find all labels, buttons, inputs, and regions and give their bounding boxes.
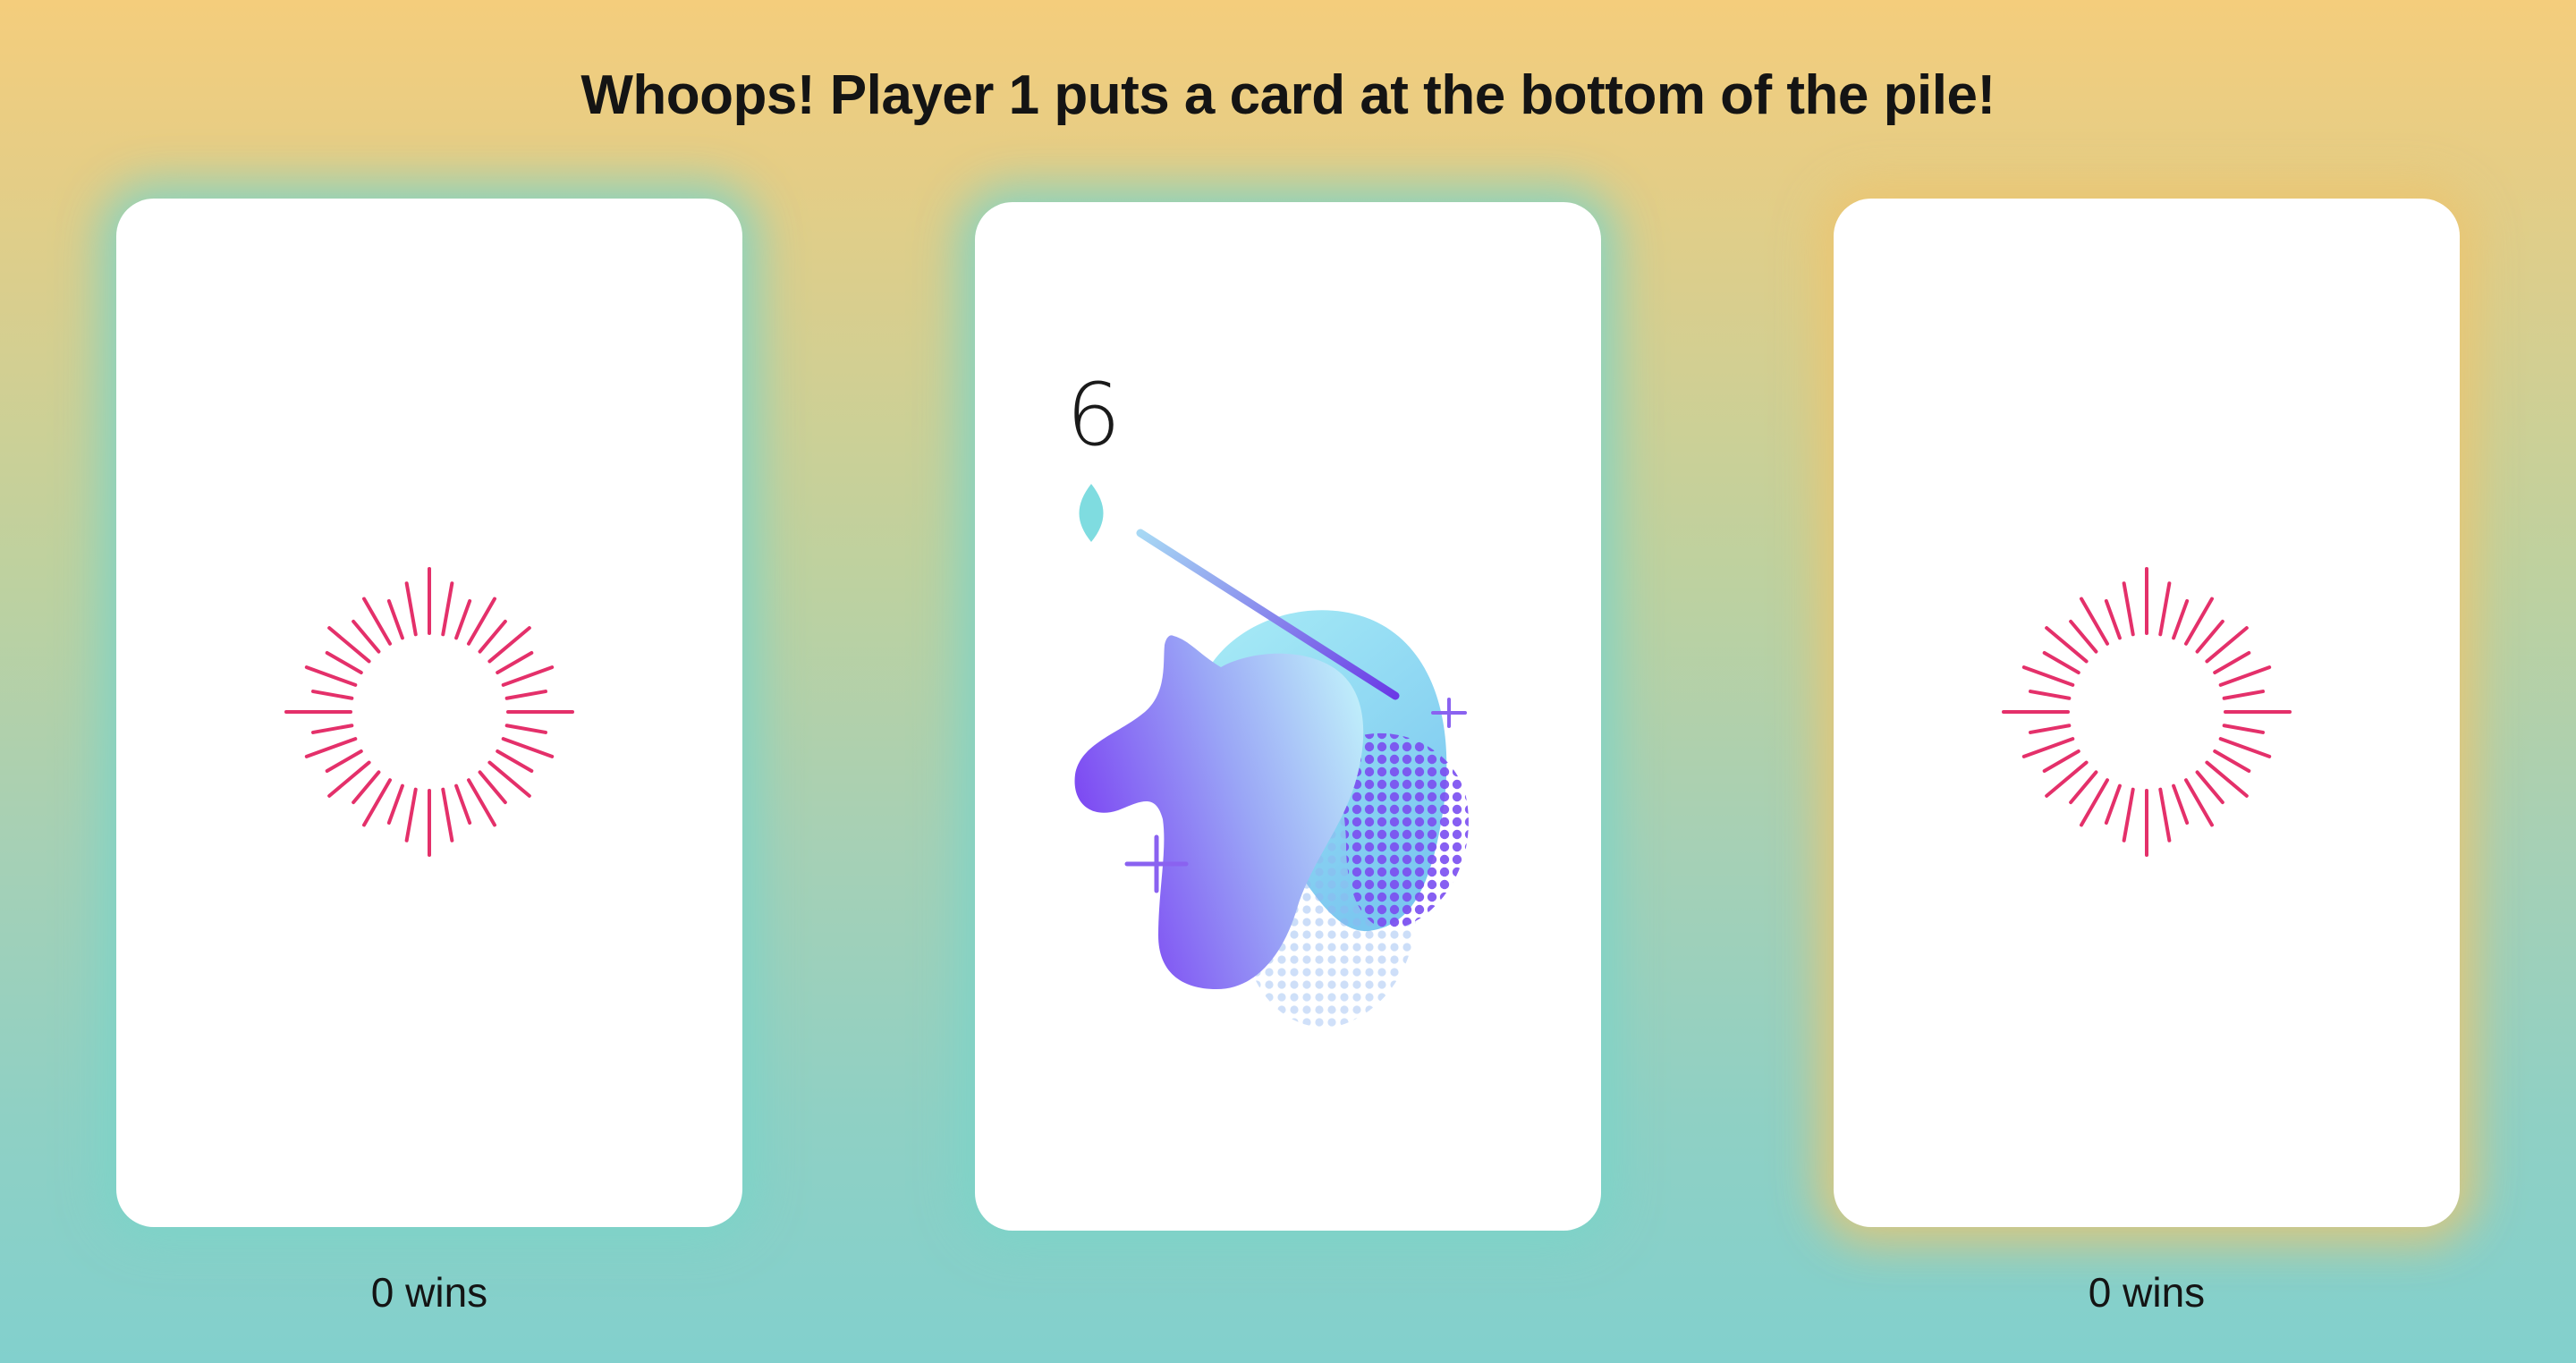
starburst-ray	[2104, 783, 2122, 825]
status-message: Whoops! Player 1 puts a card at the bott…	[580, 64, 1996, 126]
starburst-ray	[2158, 581, 2172, 637]
player-1-card[interactable]	[116, 199, 742, 1227]
starburst-ray	[2042, 749, 2080, 773]
starburst-ray	[2172, 783, 2190, 825]
starburst-ray	[352, 619, 381, 654]
starburst-ray	[2042, 651, 2080, 674]
starburst-ray	[352, 770, 381, 805]
starburst-icon	[284, 567, 574, 857]
starburst-ray	[2104, 598, 2122, 640]
starburst-ray	[325, 749, 363, 773]
starburst-ray	[304, 665, 358, 687]
pile-card[interactable]: 6	[975, 202, 1601, 1231]
starburst-ray	[2122, 787, 2135, 842]
unicorn-head-icon	[1074, 529, 1469, 1028]
starburst-ray	[501, 737, 555, 758]
starburst-ray	[496, 749, 534, 773]
starburst-icon	[2002, 567, 2292, 857]
starburst-ray	[386, 783, 404, 825]
starburst-ray	[304, 737, 358, 758]
starburst-ray	[504, 690, 547, 700]
starburst-ray	[311, 690, 354, 700]
starburst-ray	[2218, 737, 2272, 758]
starburst-ray	[2195, 770, 2224, 805]
starburst-ray	[2222, 690, 2265, 700]
starburst-ray	[311, 724, 354, 734]
starburst-ray	[454, 783, 472, 825]
starburst-ray	[2069, 770, 2098, 805]
drop-icon	[1079, 484, 1104, 542]
starburst-ray	[2122, 581, 2135, 637]
starburst-ray	[325, 651, 363, 674]
starburst-ray	[501, 665, 555, 687]
starburst-ray	[504, 724, 547, 734]
player-2-card[interactable]	[1834, 199, 2460, 1227]
starburst-ray	[2021, 665, 2075, 687]
starburst-ray	[478, 770, 507, 805]
card-face-art	[1074, 484, 1469, 1028]
starburst-ray	[441, 581, 454, 637]
player-2-wins: 0 wins	[2088, 1269, 2206, 1316]
starburst-ray	[2195, 619, 2224, 654]
starburst-ray	[2029, 690, 2072, 700]
starburst-ray	[2218, 665, 2272, 687]
starburst-ray	[2213, 651, 2251, 674]
starburst-ray	[454, 598, 472, 640]
starburst-ray	[496, 651, 534, 674]
starburst-ray	[478, 619, 507, 654]
starburst-ray	[441, 787, 454, 842]
starburst-ray	[2172, 598, 2190, 640]
starburst-ray	[404, 787, 418, 842]
starburst-ray	[2029, 724, 2072, 734]
starburst-ray	[2213, 749, 2251, 773]
starburst-ray	[2222, 724, 2265, 734]
player-1-wins: 0 wins	[370, 1269, 488, 1316]
starburst-ray	[2069, 619, 2098, 654]
starburst-ray	[2158, 787, 2172, 842]
starburst-ray	[386, 598, 404, 640]
starburst-ray	[2021, 737, 2075, 758]
starburst-ray	[404, 581, 418, 637]
